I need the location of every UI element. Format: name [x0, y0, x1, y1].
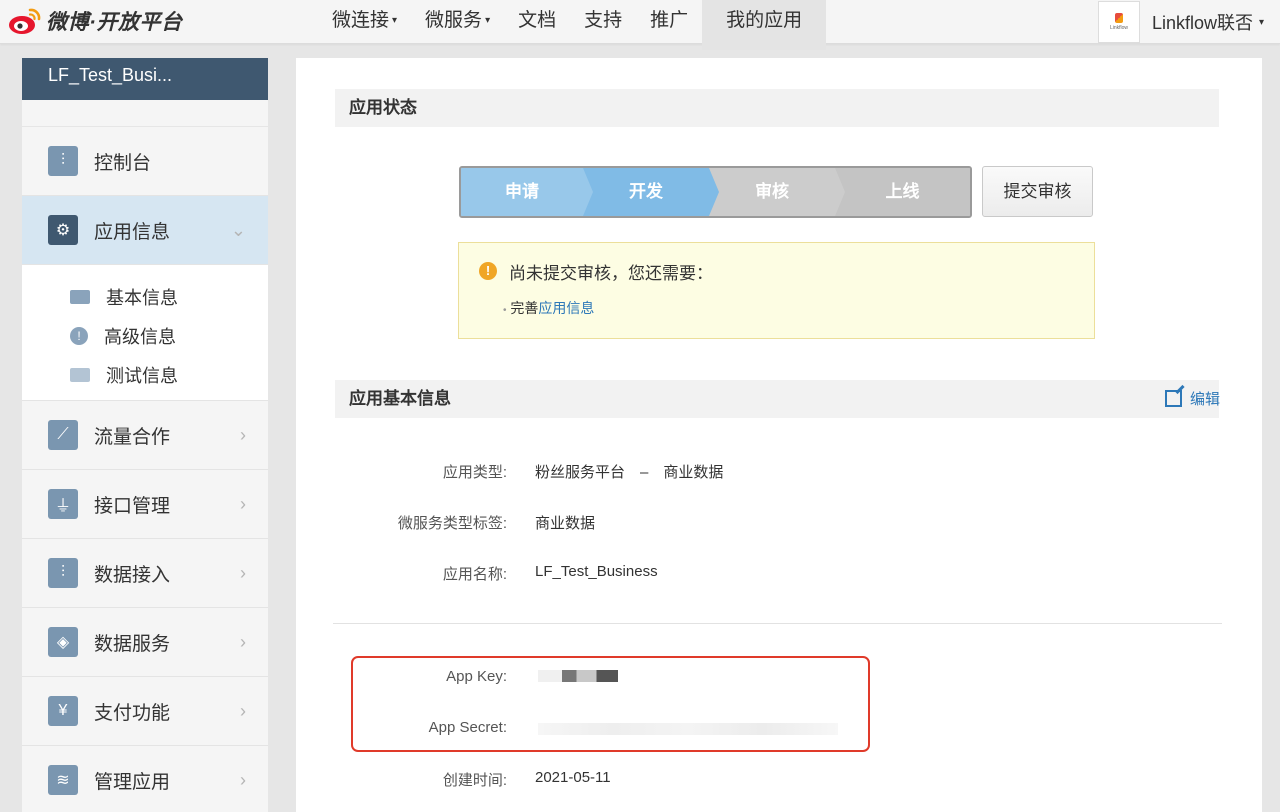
nav-weifuwu[interactable]: 微服务 ▾ [411, 0, 504, 50]
avatar[interactable]: Linkflow [1098, 1, 1140, 43]
step-arrow [583, 168, 594, 216]
layers-icon: ≋ [48, 765, 78, 795]
chevron-right-icon: › [240, 631, 246, 652]
sidebar-subitem-test-info[interactable]: 测试信息 [22, 355, 268, 394]
field-service-tag: 微服务类型标签: 商业数据 [397, 515, 596, 532]
step-arrow [709, 168, 720, 216]
weibo-eye-icon [9, 8, 41, 34]
edit-icon [1164, 390, 1182, 407]
nav-promote[interactable]: 推广 [636, 0, 702, 50]
chevron-down-icon[interactable]: ▾ [1259, 17, 1264, 28]
sidebar-item-traffic[interactable]: ⟋ 流量合作 › [22, 401, 268, 470]
sidebar-item-manage[interactable]: ≋ 管理应用 › [22, 746, 268, 812]
chevron-down-icon: ⌄ [230, 219, 246, 240]
sidebar-item-console[interactable]: ⫶ 控制台 [22, 127, 268, 196]
sliders-icon: ⫶ [48, 146, 78, 176]
sidebar-item-api[interactable]: ⏚ 接口管理 › [22, 470, 268, 539]
chevron-right-icon: › [240, 562, 246, 583]
weibo-logo[interactable]: 微博·开放平台 [8, 6, 183, 36]
step-develop: 开发 [583, 168, 720, 216]
notice-box: ! 尚未提交审核，您还需要： • 完善应用信息 [458, 242, 1095, 339]
nav-docs[interactable]: 文档 [504, 0, 570, 50]
field-app-key: App Key: [296, 668, 1262, 692]
field-app-type: 应用类型: 粉丝服务平台 – 商业数据 [442, 464, 724, 481]
notice-item: • 完善应用信息 [503, 300, 595, 316]
progress-steps: 申请 开发 审核 上线 [459, 166, 972, 218]
sidebar-item-data-access[interactable]: ⫶ 数据接入 › [22, 539, 268, 608]
sidebar-item-app-info[interactable]: ⚙ 应用信息 ⌄ [22, 196, 268, 265]
main-nav: 微连接 ▾ 微服务 ▾ 文档 支持 推广 我的应用 [318, 0, 827, 50]
notice-title: 尚未提交审核，您还需要： [509, 264, 713, 283]
sidebar-app-name: LF_Test_Busi... [22, 58, 268, 100]
submit-review-button[interactable]: 提交审核 [982, 166, 1093, 217]
chevron-right-icon: › [240, 769, 246, 790]
sidebar-subitem-basic-info[interactable]: 基本信息 [22, 277, 268, 316]
chevron-right-icon: › [240, 700, 246, 721]
chart-icon: ⟋ [48, 420, 78, 450]
user-name[interactable]: Linkflow联否 [1152, 9, 1253, 35]
nav-support[interactable]: 支持 [570, 0, 636, 50]
gear-icon: ⚙ [48, 215, 78, 245]
user-menu[interactable]: Linkflow Linkflow联否 ▾ [1098, 0, 1264, 44]
id-card-icon [70, 289, 90, 304]
yen-icon: ¥ [48, 696, 78, 726]
plug-icon: ⏚ [48, 489, 78, 519]
app-info-link[interactable]: 应用信息 [538, 300, 594, 316]
sidebar-submenu: 基本信息 ! 高级信息 测试信息 [22, 265, 268, 401]
step-arrow [835, 168, 846, 216]
logo-text: 微博·开放平台 [46, 11, 183, 34]
nav-weilianjie[interactable]: 微连接 ▾ [318, 0, 411, 50]
sidebar-subitem-advanced-info[interactable]: ! 高级信息 [22, 316, 268, 355]
sliders-icon: ⫶ [48, 558, 78, 588]
step-review: 审核 [709, 168, 846, 216]
linkflow-logo-icon [1115, 13, 1123, 23]
top-nav-bar: 微博·开放平台 微连接 ▾ 微服务 ▾ 文档 支持 推广 我的应用 Linkflow… [0, 0, 1280, 50]
main-content: 应用状态 申请 开发 审核 上线 提交审核 ! 尚未提交审核，您还需要： • 完… [296, 58, 1262, 812]
field-app-name: 应用名称: LF_Test_Business [442, 563, 658, 583]
status-section-title: 应用状态 [335, 89, 1219, 127]
chevron-down-icon: ▾ [392, 15, 398, 26]
edit-button[interactable]: 编辑 [1164, 388, 1220, 409]
tag-icon: ◈ [48, 627, 78, 657]
test-card-icon [70, 367, 90, 382]
warning-icon: ! [479, 262, 497, 280]
redacted-app-secret [538, 723, 838, 735]
field-created-time: 创建时间: 2021-05-11 [442, 769, 611, 789]
redacted-app-key [538, 670, 618, 682]
chevron-right-icon: › [240, 424, 246, 445]
sidebar-item-data-service[interactable]: ◈ 数据服务 › [22, 608, 268, 677]
info-icon: ! [70, 326, 88, 345]
step-apply: 申请 [461, 168, 594, 216]
field-app-secret: App Secret: [296, 719, 1262, 743]
step-online: 上线 [835, 168, 970, 216]
sidebar-spacer [22, 100, 268, 127]
sidebar-item-payment[interactable]: ¥ 支付功能 › [22, 677, 268, 746]
nav-my-apps[interactable]: 我的应用 [702, 0, 827, 50]
section-divider [333, 623, 1222, 624]
chevron-down-icon: ▾ [485, 15, 491, 26]
chevron-right-icon: › [240, 493, 246, 514]
basic-info-section-title: 应用基本信息 [335, 380, 1219, 418]
sidebar: LF_Test_Busi... ⫶ 控制台 ⚙ 应用信息 ⌄ 基本信息 ! 高级… [22, 58, 268, 812]
